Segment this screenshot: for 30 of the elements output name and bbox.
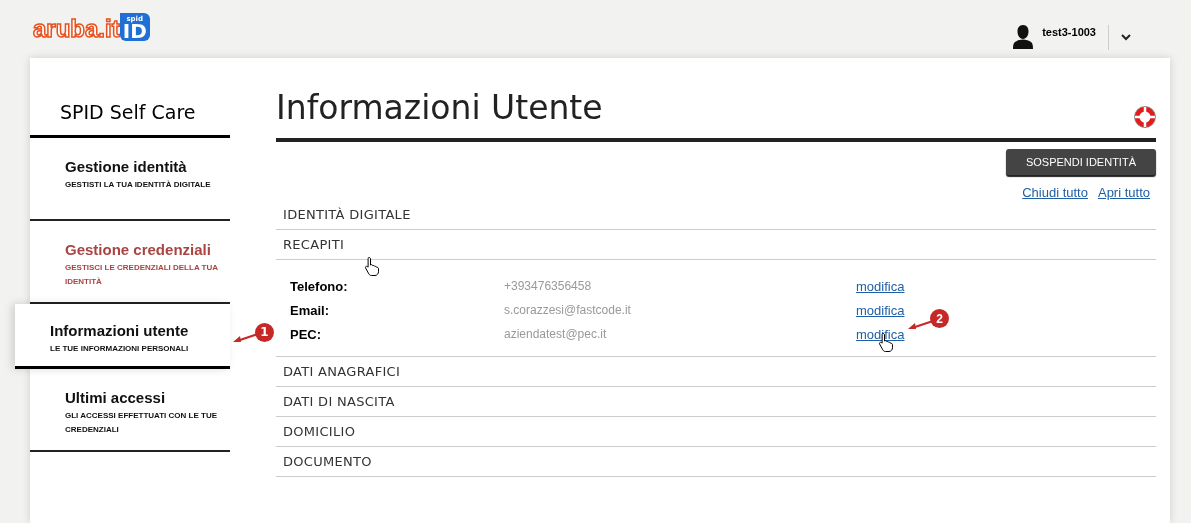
edit-link[interactable]: modifica [856, 302, 905, 318]
field-value: s.corazzesi@fastcode.it [504, 303, 632, 317]
suspend-button[interactable]: SOSPENDI IDENTITÀ [1005, 149, 1156, 175]
annotation-badge: 2 [930, 309, 949, 328]
annotation-badge: 1 [255, 322, 274, 342]
section-header[interactable]: IDENTITÀ DIGITALE [276, 200, 1156, 230]
field-value: aziendatest@pec.it [504, 327, 608, 341]
user-name[interactable]: test3-1003 [1042, 26, 1096, 38]
edit-link[interactable]: modifica [856, 278, 905, 294]
close-all-link[interactable]: Chiudi tutto [1022, 185, 1088, 200]
field-value: +393476356458 [504, 279, 593, 293]
section-header[interactable]: DATI DI NASCITA [276, 387, 1156, 417]
sidebar-item[interactable]: Ultimi accessi GLI ACCESSI EFFETTUATI CON LE TUE CREDENZIALI [30, 369, 230, 452]
section-header[interactable]: RECAPITI [276, 230, 1156, 260]
lifebuoy-icon[interactable] [1134, 106, 1156, 128]
field-label: Telefono: [290, 278, 349, 294]
user-icon [1012, 24, 1035, 50]
section-header[interactable]: DATI ANAGRAFICI [276, 357, 1156, 387]
open-all-link[interactable]: Apri tutto [1097, 185, 1150, 200]
sidebar-title: SPID Self Care [30, 58, 230, 138]
section-header[interactable]: DOMICILIO [276, 417, 1156, 447]
field-label: PEC: [290, 326, 323, 342]
sidebar-item[interactable]: Informazioni utente LE TUE INFORMAZIONI PERSONALI [15, 304, 230, 369]
section-header[interactable]: DOCUMENTO [276, 447, 1156, 477]
field-label: Email: [290, 302, 330, 318]
page-title: Informazioni Utente [276, 88, 603, 128]
chevron-down-icon[interactable] [1121, 33, 1131, 41]
logo-text: aruba.it [33, 14, 120, 44]
edit-link[interactable]: modifica [856, 326, 905, 342]
sidebar-item[interactable]: Gestione identità GESTISTI LA TUA IDENTITÀ DIGITALE [30, 138, 230, 221]
